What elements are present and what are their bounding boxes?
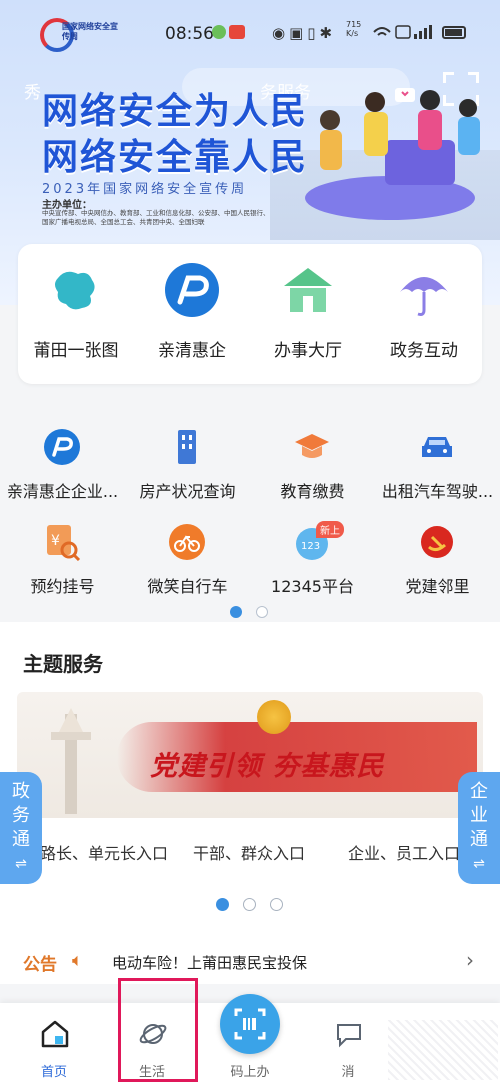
pager-dot[interactable] xyxy=(243,898,256,911)
status-bar: 国家网络安全宣传周 08:56 ◉▣▯✱ 715 K/s xyxy=(0,0,500,60)
service-party-neighborhood[interactable]: 党建邻里 xyxy=(375,523,500,603)
pager-dot-active[interactable] xyxy=(230,606,242,618)
watermark xyxy=(388,1020,498,1080)
car-icon xyxy=(422,437,452,457)
service-registration[interactable]: ¥ 预约挂号 xyxy=(0,523,125,603)
campaign-logo: 国家网络安全宣传周 xyxy=(40,16,118,56)
app-notify-icon xyxy=(229,25,245,39)
new-badge: 新上 xyxy=(316,521,344,538)
service-smile-bicycle[interactable]: 微笑自行车 xyxy=(125,523,250,603)
net-speed: 715 K/s xyxy=(346,20,362,38)
graduation-cap-icon xyxy=(295,434,329,458)
message-icon xyxy=(337,1024,361,1048)
theme-headline: 党建引领 夯基惠民 xyxy=(150,751,385,782)
services-pager xyxy=(230,606,270,618)
side-tab-label: 政务通 xyxy=(12,781,30,850)
quick-tile-qinqing[interactable]: 亲清惠企 xyxy=(134,244,250,384)
qinqing-logo-icon xyxy=(165,263,219,317)
service-taxi-driver[interactable]: 出租汽车驾驶... xyxy=(375,428,500,508)
nfc-icon: ▣ xyxy=(289,24,308,42)
svg-text:¥: ¥ xyxy=(51,533,60,549)
quick-tiles: 莆田一张图 亲清惠企 办事大厅 政务互动 xyxy=(18,244,482,384)
quick-tile-interaction[interactable]: 政务互动 xyxy=(366,244,482,384)
pager-dot[interactable] xyxy=(270,898,283,911)
logo-text: 国家网络安全宣传周 xyxy=(62,22,118,41)
banner-headline-2: 网络安全靠人民 xyxy=(42,137,309,178)
umbrella-icon xyxy=(400,277,448,316)
quick-tile-map[interactable]: 莆田一张图 xyxy=(18,244,134,384)
map-icon xyxy=(55,271,95,310)
chevron-right-icon[interactable]: › xyxy=(466,948,474,972)
hall-building-icon xyxy=(284,268,332,312)
section-title: 主题服务 xyxy=(23,652,103,676)
theme-link-road-leader[interactable]: 路长、单元长入口 xyxy=(40,840,168,864)
tab-messages[interactable]: 消 xyxy=(298,1003,398,1085)
pager-dot-active[interactable] xyxy=(216,898,229,911)
bluetooth-icon: ✱ xyxy=(319,24,337,42)
side-tab-government[interactable]: 政务通 ⇌ xyxy=(0,772,42,884)
bicycle-icon xyxy=(169,524,205,560)
tab-home[interactable]: 首页 xyxy=(4,1003,104,1085)
service-education-fee[interactable]: 教育缴费 xyxy=(250,428,375,508)
banner-year-line: 2023年国家网络安全宣传周 xyxy=(42,182,248,197)
organizer-names: 中央宣传部、中央网信办、教育部、工业和信息化部、公安部、中国人民银行、国家广播电… xyxy=(42,209,270,226)
service-qinqing-enterprise[interactable]: 亲清惠企企业... xyxy=(0,428,125,508)
notice-tag: 公告 xyxy=(23,955,57,975)
eye-icon: ◉ xyxy=(272,24,290,42)
registration-icon: ¥ xyxy=(47,525,81,561)
theme-link-cadre-masses[interactable]: 干部、群众入口 xyxy=(193,840,305,864)
service-property-query[interactable]: 房产状况查询 xyxy=(125,428,250,508)
notification-icons xyxy=(212,24,250,40)
clock: 08:56 xyxy=(165,24,214,44)
home-icon xyxy=(41,1020,69,1048)
theme-link-enterprise-staff[interactable]: 企业、员工入口 xyxy=(348,840,460,864)
notice-bar[interactable]: 公告 🔈︎ 电动车险！上莆田惠民宝投保 › xyxy=(0,940,500,984)
annotation-highlight-box xyxy=(118,978,198,1082)
battery-icon xyxy=(442,26,466,39)
building-icon xyxy=(178,430,196,464)
vibrate-icon: ▯ xyxy=(307,24,320,42)
scan-code-icon xyxy=(234,1008,266,1040)
theme-banner[interactable]: 党建引领 夯基惠民 xyxy=(17,692,483,818)
service-12345-platform[interactable]: 123 新上 12345平台 xyxy=(250,521,375,603)
theme-pager xyxy=(216,898,284,912)
party-emblem-icon xyxy=(421,526,453,558)
svg-text:123: 123 xyxy=(301,541,320,552)
signal-icons xyxy=(373,25,432,39)
quick-tile-hall[interactable]: 办事大厅 xyxy=(250,244,366,384)
party-emblem-icon xyxy=(257,700,291,734)
app-notify-icon xyxy=(212,25,226,39)
banner-headline-1: 网络安全为人民 xyxy=(42,91,309,132)
swap-icon: ⇌ xyxy=(15,856,27,872)
swap-icon: ⇌ xyxy=(473,856,485,872)
speaker-icon: 🔈︎ xyxy=(72,950,83,971)
system-icons: ◉▣▯✱ xyxy=(272,24,336,42)
huabiao-pillar-icon xyxy=(51,708,91,814)
notice-text: 电动车险！上莆田惠民宝投保 xyxy=(112,954,308,972)
people-illustration xyxy=(305,88,480,220)
qinqing-logo-icon xyxy=(44,429,80,465)
search-fragment: 秀 xyxy=(24,83,41,103)
scan-code-button[interactable] xyxy=(220,994,280,1054)
side-tab-enterprise[interactable]: 企业通 ⇌ xyxy=(458,772,500,884)
side-tab-label: 企业通 xyxy=(470,781,488,850)
pager-dot[interactable] xyxy=(256,606,268,618)
theme-services: 主题服务 党建引领 夯基惠民 路长、单元长入口 干部、群众入口 企业、员工入口 xyxy=(0,622,500,940)
